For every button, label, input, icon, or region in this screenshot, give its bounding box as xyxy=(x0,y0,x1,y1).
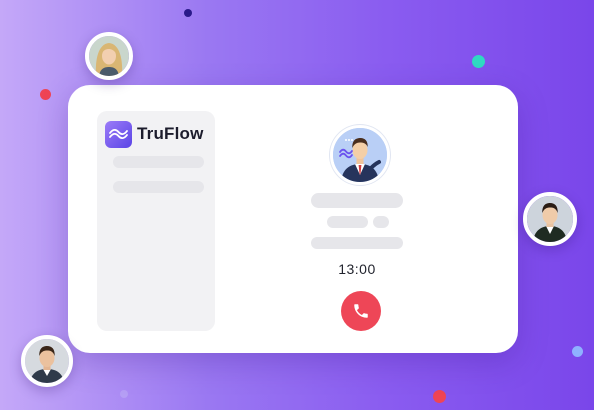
sidebar: TruFlow xyxy=(97,111,215,331)
caller-name-placeholder xyxy=(311,193,403,208)
end-call-button[interactable] xyxy=(341,291,381,331)
participant-avatar-man-left xyxy=(21,335,73,387)
caller-detail-placeholder-1 xyxy=(327,216,368,228)
decor-dot-red-bottom xyxy=(433,390,446,403)
sidebar-placeholder-2 xyxy=(113,181,204,193)
phone-hangup-icon xyxy=(354,304,368,318)
truflow-logo-icon xyxy=(105,120,132,148)
ai-agent-avatar xyxy=(330,125,390,185)
participant-avatar-man-right xyxy=(523,192,577,246)
call-window: TruFlow 13:00 xyxy=(68,85,518,353)
caller-status-placeholder xyxy=(311,237,403,249)
decor-dot-faint xyxy=(120,390,128,398)
call-timer: 13:00 xyxy=(338,261,376,277)
decor-dot-navy xyxy=(184,9,192,17)
decor-dot-red-left xyxy=(40,89,51,100)
decor-dot-teal xyxy=(472,55,485,68)
sidebar-placeholder-1 xyxy=(113,156,204,168)
brand-logo: TruFlow xyxy=(105,120,204,148)
caller-detail-placeholder-2 xyxy=(373,216,389,228)
participant-avatar-woman xyxy=(85,32,133,80)
brand-name: TruFlow xyxy=(137,124,204,143)
decor-dot-blue xyxy=(572,346,583,357)
